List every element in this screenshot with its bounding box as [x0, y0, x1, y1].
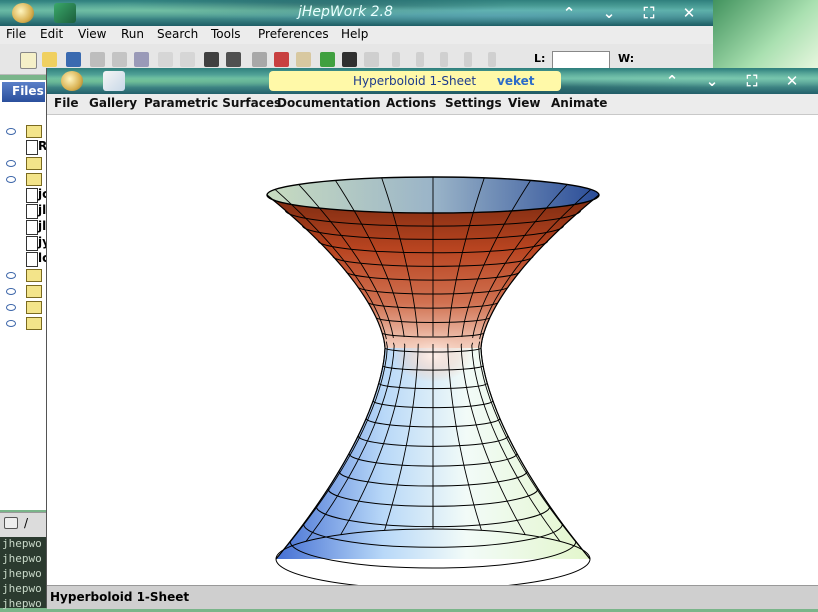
slot-icon[interactable]	[488, 52, 496, 67]
hyperboloid-surface[interactable]	[47, 115, 818, 585]
terminal-line: jhepwo	[2, 552, 42, 565]
menu-file[interactable]: File	[6, 27, 26, 41]
bottom-tab-label: /	[24, 516, 29, 530]
window-icon[interactable]	[54, 3, 76, 23]
shade-icon[interactable]: ⌃	[663, 72, 681, 90]
menu-tools[interactable]: Tools	[211, 27, 241, 41]
menu-run[interactable]: Run	[121, 27, 144, 41]
menu-parametric-surfaces[interactable]: Parametric Surfaces	[144, 96, 281, 110]
download-icon[interactable]	[66, 52, 81, 67]
front-menubar: File Gallery Parametric Surfaces Documen…	[47, 94, 818, 115]
back-menubar: File Edit View Run Search Tools Preferen…	[0, 26, 713, 44]
format-icon[interactable]	[252, 52, 267, 67]
terminal-line: jhepwo	[2, 582, 42, 595]
cut-icon[interactable]	[274, 52, 289, 67]
menu-edit[interactable]: Edit	[40, 27, 63, 41]
menu-animate[interactable]: Animate	[551, 96, 607, 110]
files-tab[interactable]: Files	[2, 82, 45, 102]
minimize-icon[interactable]: ⌄	[703, 72, 721, 90]
maximize-icon[interactable]: ⛶	[743, 72, 761, 90]
terminal[interactable]: jhepwo jhepwo jhepwo jhepwo jhepwo	[0, 537, 46, 610]
title-user: veket	[497, 74, 535, 88]
copy-icon[interactable]	[112, 52, 127, 67]
front-window-titlebar[interactable]: Hyperboloid 1-Sheet veket ⌃ ⌄ ⛶ ✕	[47, 68, 818, 94]
back-window-title: jHepWork 2.8	[298, 4, 393, 20]
paste-icon[interactable]	[296, 52, 311, 67]
terminal-line: jhepwo	[2, 567, 42, 580]
menu-file[interactable]: File	[54, 96, 79, 110]
slot-icon[interactable]	[416, 52, 424, 67]
slot-icon[interactable]	[464, 52, 472, 67]
slot-icon[interactable]	[392, 52, 400, 67]
terminal-line: jhepwo	[2, 537, 42, 550]
minimize-icon[interactable]: ⌄	[600, 4, 618, 22]
print-icon[interactable]	[342, 52, 357, 67]
menu-view[interactable]: View	[78, 27, 106, 41]
hyperboloid-window: Hyperboloid 1-Sheet veket ⌃ ⌄ ⛶ ✕ File G…	[46, 68, 818, 609]
shade-icon[interactable]: ⌃	[560, 4, 578, 22]
w-label: W:	[618, 52, 635, 65]
close-icon[interactable]: ✕	[680, 4, 698, 22]
front-window-title: Hyperboloid 1-Sheet	[353, 74, 477, 88]
desktop-background	[708, 0, 818, 70]
menu-settings[interactable]: Settings	[445, 96, 502, 110]
status-bar: Hyperboloid 1-Sheet	[47, 585, 818, 609]
run-icon[interactable]	[320, 52, 335, 67]
stop-icon[interactable]	[90, 52, 105, 67]
title-pill: Hyperboloid 1-Sheet veket	[269, 71, 561, 91]
save-icon[interactable]	[134, 52, 149, 67]
files-panel: R jc jl jl jy lc	[0, 80, 50, 510]
drive-icon	[4, 517, 18, 529]
close-icon[interactable]: ✕	[783, 72, 801, 90]
maximize-icon[interactable]: ⛶	[640, 4, 658, 22]
status-text: Hyperboloid 1-Sheet	[50, 590, 190, 604]
menu-search[interactable]: Search	[157, 27, 198, 41]
terminal-line: jhepwo	[2, 597, 42, 610]
java-icon[interactable]	[103, 71, 125, 91]
menu-actions[interactable]: Actions	[386, 96, 436, 110]
bottom-tab[interactable]: /	[0, 512, 46, 537]
plot-canvas[interactable]	[47, 115, 818, 585]
new-file-icon[interactable]	[20, 52, 37, 69]
redo-icon[interactable]	[180, 52, 195, 67]
menu-gallery[interactable]: Gallery	[89, 96, 137, 110]
open-folder-icon[interactable]	[42, 52, 57, 67]
app-icon[interactable]	[61, 71, 83, 91]
slot-icon[interactable]	[440, 52, 448, 67]
menu-preferences[interactable]: Preferences	[258, 27, 329, 41]
find-icon[interactable]	[204, 52, 219, 67]
l-label: L:	[534, 52, 546, 65]
undo-icon[interactable]	[158, 52, 173, 67]
menu-help[interactable]: Help	[341, 27, 368, 41]
jhepwork-app-icon[interactable]	[12, 3, 34, 23]
replace-icon[interactable]	[226, 52, 241, 67]
back-window-titlebar[interactable]: jHepWork 2.8 ⌃ ⌄ ⛶ ✕	[0, 0, 713, 26]
menu-view[interactable]: View	[508, 96, 540, 110]
record-icon[interactable]	[364, 52, 379, 67]
menu-documentation[interactable]: Documentation	[277, 96, 381, 110]
